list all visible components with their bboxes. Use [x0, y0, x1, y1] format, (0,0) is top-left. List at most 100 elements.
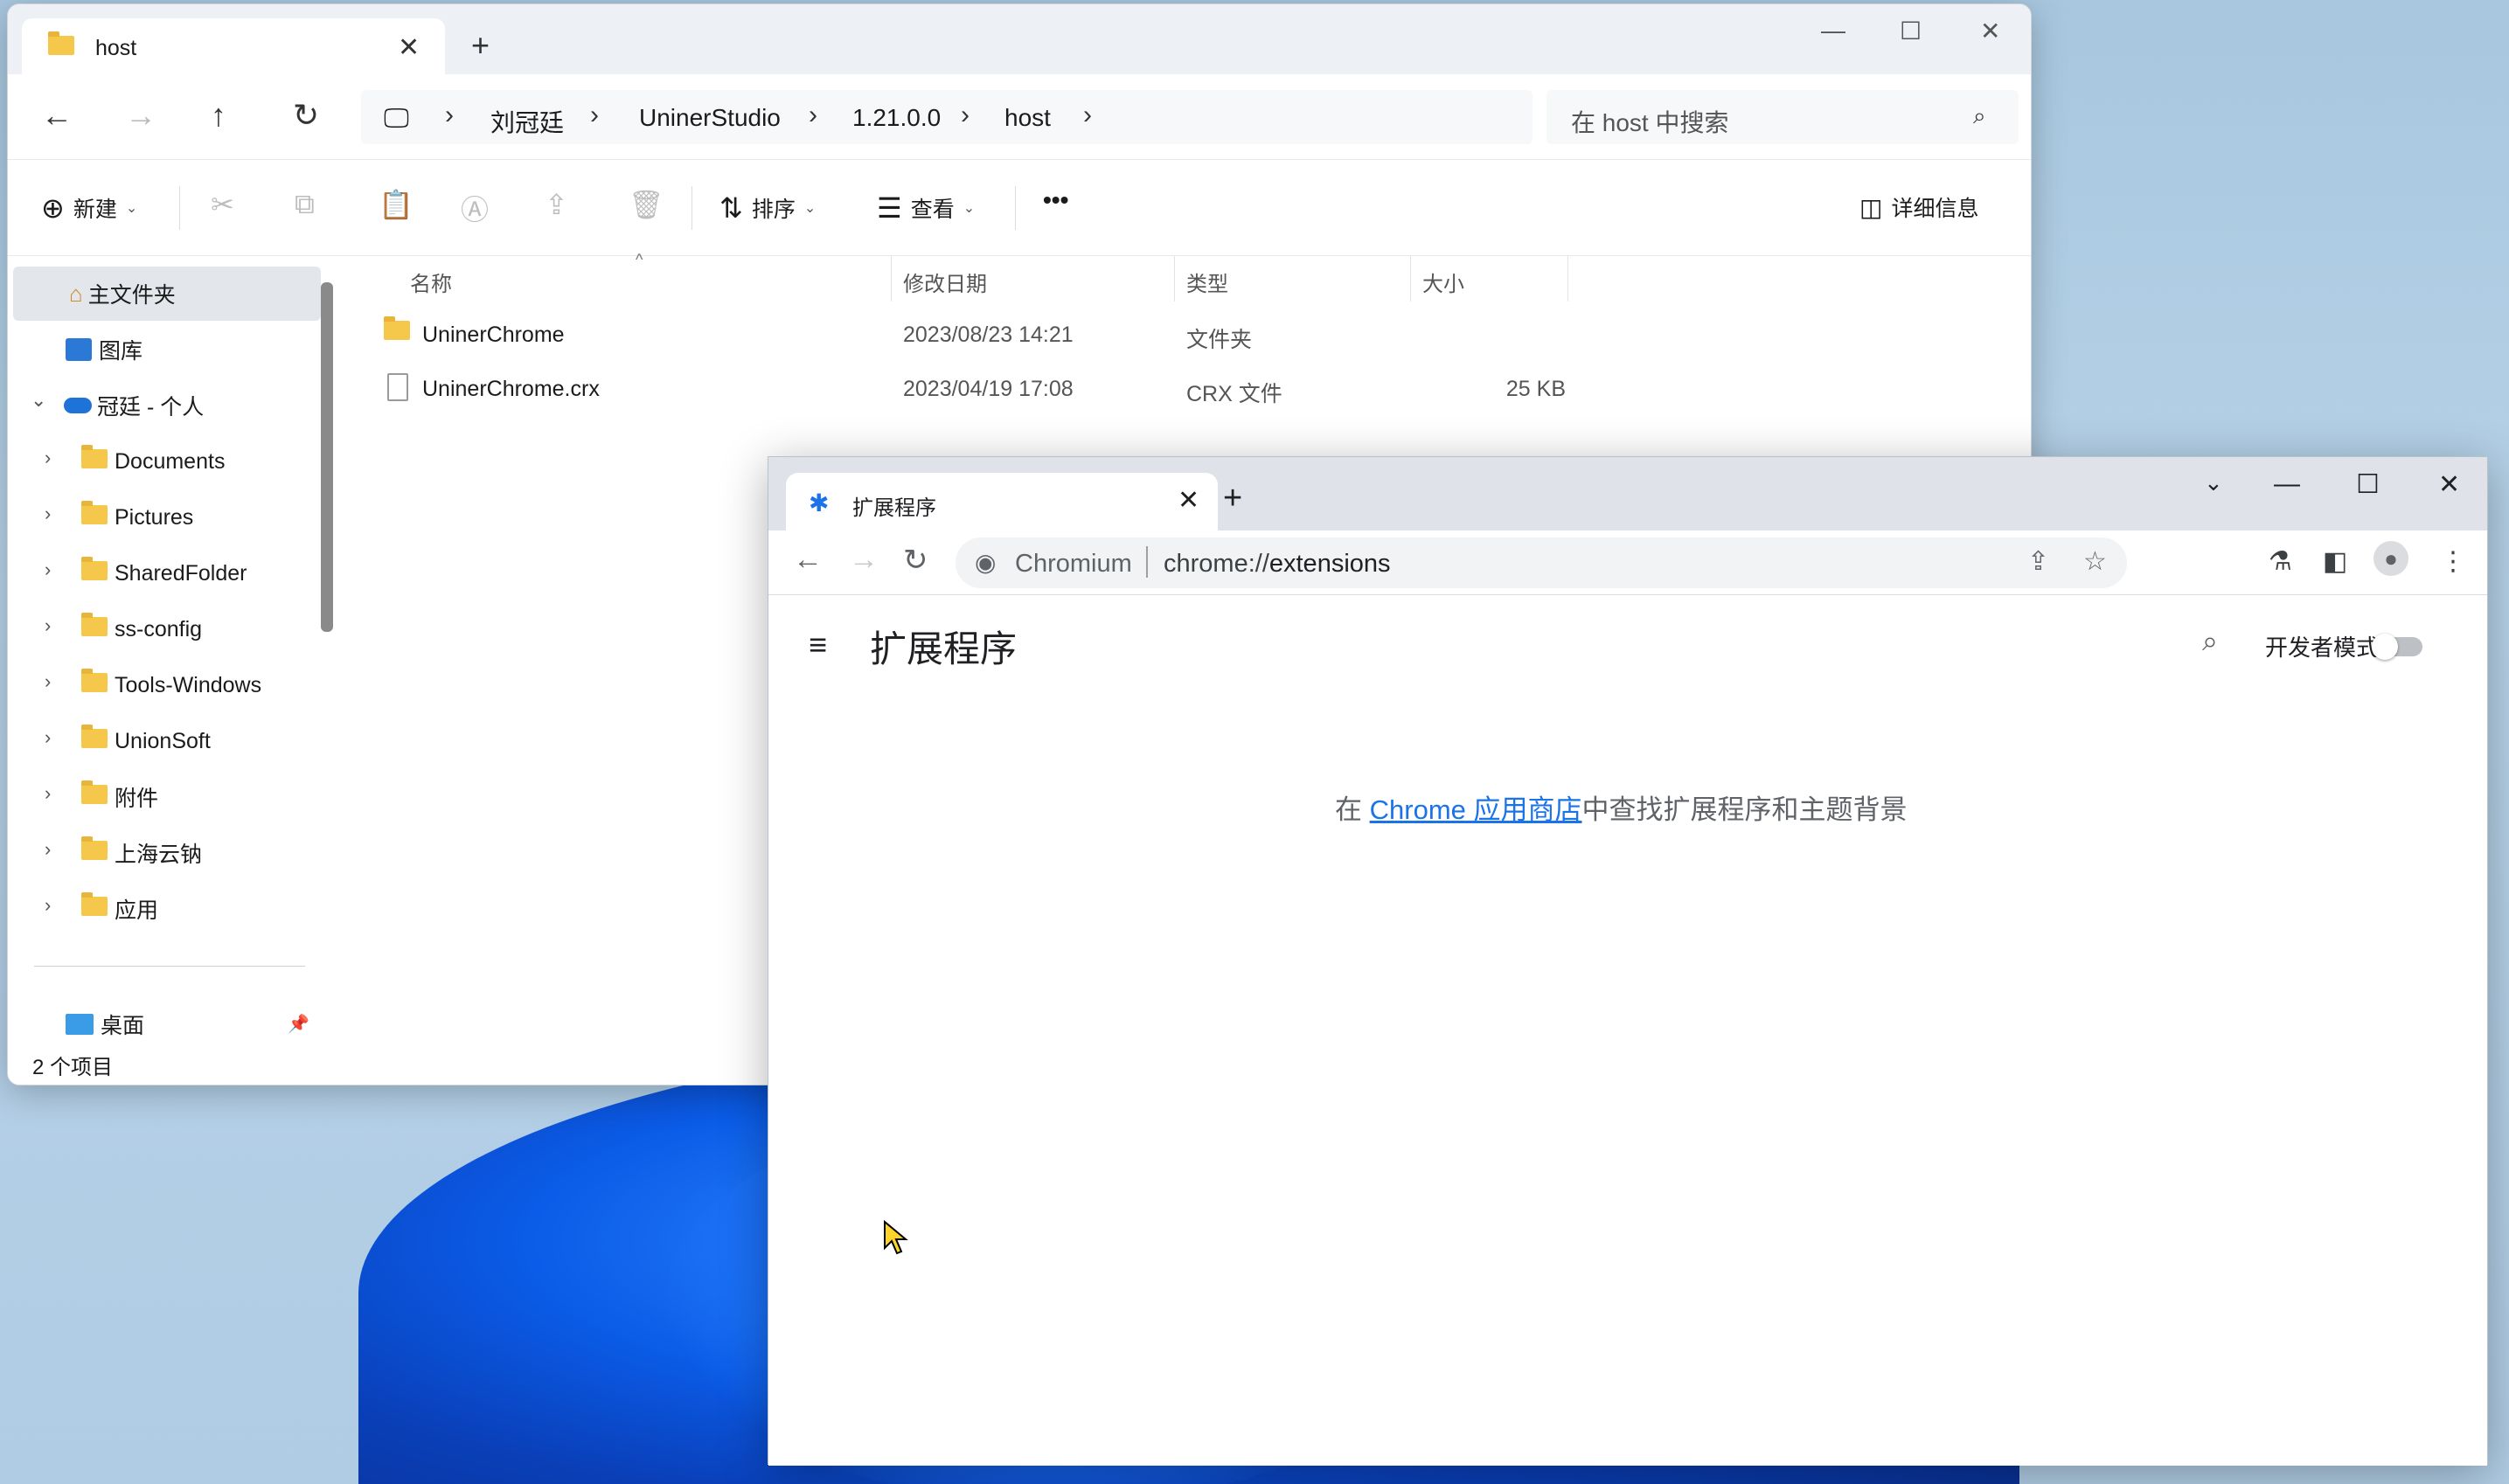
search-icon[interactable]: ⌕ — [1973, 102, 1986, 130]
sidebar-item-unionsoft[interactable]: › UnionSoft — [8, 714, 316, 768]
refresh-button[interactable]: ↻ — [293, 97, 319, 134]
web-store-link[interactable]: Chrome 应用商店 — [1370, 794, 1582, 825]
column-header-size[interactable]: 大小 — [1422, 267, 1464, 297]
chevron-right-icon[interactable]: › — [45, 558, 51, 581]
cut-icon[interactable]: ✂ — [211, 188, 234, 221]
sidebar-item-ss-config[interactable]: › ss-config — [8, 602, 316, 656]
up-button[interactable]: ↑ — [211, 97, 226, 134]
breadcrumb-item[interactable]: 1.21.0.0 — [852, 104, 941, 132]
tab-search-button[interactable]: ⌄ — [2204, 469, 2223, 496]
maximize-button[interactable]: ☐ — [2356, 469, 2380, 500]
rename-icon[interactable]: Ⓐ — [461, 188, 489, 228]
paste-icon[interactable]: 📋 — [379, 188, 414, 221]
chevron-right-icon[interactable]: › — [961, 101, 970, 130]
this-pc-icon[interactable]: 🖵 — [384, 104, 409, 134]
chevron-right-icon[interactable]: › — [45, 503, 51, 525]
explorer-tab[interactable]: host ✕ — [22, 18, 445, 76]
copy-icon[interactable]: ⧉ — [295, 188, 315, 221]
table-row[interactable]: UninerChrome 2023/08/23 14:21 文件夹 — [384, 309, 1609, 361]
developer-mode-toggle[interactable] — [2372, 634, 2422, 660]
labs-flask-icon[interactable]: ⚗ — [2269, 546, 2292, 577]
tab-extensions[interactable]: ✱ 扩展程序 ✕ — [786, 473, 1218, 530]
table-row[interactable]: UninerChrome.crx 2023/04/19 17:08 CRX 文件… — [386, 363, 1609, 415]
maximize-button[interactable]: ☐ — [1900, 17, 1922, 45]
search-input[interactable]: 在 host 中搜索 ⌕ — [1546, 90, 2019, 144]
chevron-right-icon[interactable]: › — [45, 447, 51, 469]
column-header-name[interactable]: 名称 — [410, 267, 452, 297]
close-window-button[interactable]: ✕ — [2438, 469, 2460, 500]
delete-icon[interactable]: 🗑 — [629, 188, 664, 221]
share-icon[interactable]: ⇪ — [2027, 546, 2049, 577]
forward-button[interactable]: → — [125, 97, 156, 134]
address-bar[interactable]: ◉ Chromium chrome://extensions ⇪ ☆ — [956, 537, 2127, 588]
sidebar-item-desktop[interactable]: 桌面 📌 — [8, 997, 316, 1051]
bookmark-star-icon[interactable]: ☆ — [2083, 546, 2107, 577]
sidebar-item-pictures[interactable]: › Pictures — [8, 490, 316, 544]
sidebar-item-apps[interactable]: › 应用 — [8, 882, 316, 936]
menu-icon[interactable]: ≡ — [809, 627, 827, 663]
back-button[interactable]: ← — [41, 97, 73, 134]
column-header-modified[interactable]: 修改日期 — [903, 267, 987, 297]
chevron-right-icon[interactable]: › — [809, 101, 817, 130]
reload-button[interactable]: ↻ — [903, 543, 928, 578]
sidebar-item-gallery[interactable]: 图库 — [8, 322, 316, 377]
side-panel-icon[interactable]: ◧ — [2323, 546, 2347, 577]
profile-avatar-icon[interactable]: ● — [2373, 541, 2408, 576]
chevron-right-icon[interactable]: › — [1083, 101, 1092, 130]
close-tab-icon[interactable]: ✕ — [1178, 485, 1199, 516]
close-window-button[interactable]: ✕ — [1980, 17, 2000, 45]
sidebar-item-tools-windows[interactable]: › Tools-Windows — [8, 658, 316, 712]
new-tab-button[interactable]: + — [1223, 480, 1242, 517]
chevron-right-icon[interactable]: › — [45, 614, 51, 637]
column-divider[interactable] — [1174, 256, 1175, 302]
chevron-right-icon[interactable]: › — [590, 101, 599, 130]
chevron-down-icon[interactable]: ⌄ — [31, 389, 46, 412]
column-divider[interactable] — [891, 256, 892, 302]
minimize-button[interactable]: — — [1821, 17, 1845, 45]
back-button[interactable]: ← — [793, 543, 823, 577]
sidebar-item-sharedfolder[interactable]: › SharedFolder — [8, 546, 316, 600]
folder-icon — [81, 780, 115, 810]
new-button[interactable]: ⊕ 新建 ⌄ — [41, 191, 137, 225]
breadcrumb-item[interactable]: UninerStudio — [639, 104, 781, 132]
chevron-right-icon[interactable]: › — [445, 101, 454, 130]
new-tab-button[interactable]: + — [471, 27, 490, 64]
chevron-right-icon[interactable]: › — [45, 894, 51, 917]
breadcrumb-item[interactable]: 刘冠廷 — [490, 104, 564, 139]
sidebar-item-label: 上海云钠 — [115, 843, 203, 867]
breadcrumb-item[interactable]: host — [1004, 104, 1051, 132]
column-divider[interactable] — [1410, 256, 1411, 302]
sidebar-item-documents[interactable]: › Documents — [8, 434, 316, 489]
navigation-scrollbar[interactable] — [321, 282, 333, 632]
more-options-button[interactable]: ••• — [1043, 186, 1068, 214]
details-button[interactable]: ◫ 详细信息 — [1859, 191, 1978, 223]
chevron-right-icon[interactable]: › — [45, 670, 51, 693]
new-label: 新建 — [73, 198, 117, 222]
forward-button[interactable]: → — [849, 543, 879, 577]
sidebar-item-home[interactable]: ⌂ 主文件夹 — [13, 267, 321, 321]
folder-icon — [81, 724, 115, 754]
minimize-button[interactable]: — — [2274, 469, 2300, 499]
share-icon[interactable]: ⇪ — [545, 188, 568, 221]
column-divider[interactable] — [1567, 256, 1568, 302]
chevron-right-icon[interactable]: › — [45, 782, 51, 805]
search-icon[interactable]: ⌕ — [2202, 625, 2218, 658]
chromium-logo-icon[interactable]: ◉ — [975, 548, 996, 577]
extensions-header: ≡ 扩展程序 ⌕ 开发者模式 — [768, 595, 2487, 690]
folder-icon — [81, 891, 115, 922]
column-header-type[interactable]: 类型 — [1186, 267, 1228, 297]
breadcrumb[interactable]: 🖵 › 刘冠廷 › UninerStudio › 1.21.0.0 › host… — [361, 90, 1533, 144]
sidebar-item-shanghai-yunna[interactable]: › 上海云钠 — [8, 826, 316, 880]
url-text[interactable]: chrome://extensions — [1164, 550, 1391, 579]
developer-mode-label: 开发者模式 — [2265, 635, 2380, 661]
sidebar-item-onedrive[interactable]: ⌄ 冠廷 - 个人 — [8, 378, 316, 433]
chevron-right-icon[interactable]: › — [45, 726, 51, 749]
close-tab-icon[interactable]: ✕ — [398, 32, 420, 63]
more-menu-icon[interactable]: ⋮ — [2440, 546, 2466, 577]
page-title: 扩展程序 — [870, 628, 1018, 669]
sort-button[interactable]: ⇅ 排序 ⌄ — [719, 191, 816, 225]
sidebar-item-attachments[interactable]: › 附件 — [8, 770, 316, 824]
view-button[interactable]: ☰ 查看 ⌄ — [877, 191, 975, 225]
pin-icon[interactable]: 📌 — [288, 1013, 309, 1035]
chevron-right-icon[interactable]: › — [45, 838, 51, 861]
